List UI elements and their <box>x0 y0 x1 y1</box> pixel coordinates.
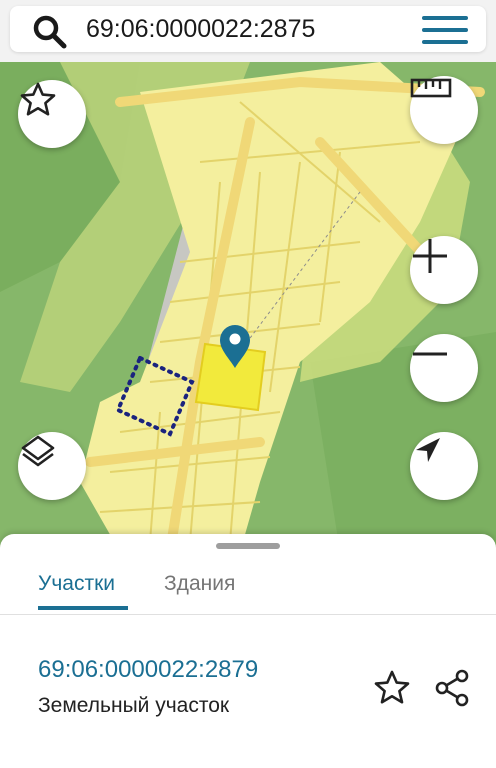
navigation-arrow-icon <box>416 438 440 462</box>
menu-icon[interactable] <box>422 16 468 44</box>
favorite-button[interactable] <box>18 80 86 148</box>
ruler-icon <box>410 78 452 98</box>
tab-buildings[interactable]: Здания <box>164 558 235 610</box>
tabs-divider <box>0 614 496 615</box>
search-input[interactable] <box>86 6 406 52</box>
minus-icon <box>413 352 447 356</box>
share-icon[interactable] <box>432 668 472 708</box>
tab-parcels[interactable]: Участки <box>38 558 115 610</box>
zoom-out-button[interactable] <box>410 334 478 402</box>
result-object-type: Земельный участок <box>38 694 230 717</box>
active-tab-indicator <box>38 606 128 610</box>
top-bar <box>0 0 496 62</box>
ruler-button[interactable] <box>410 76 478 144</box>
plus-icon <box>413 239 447 273</box>
map-view[interactable] <box>0 62 496 552</box>
layers-button[interactable] <box>18 432 86 500</box>
star-icon <box>20 82 56 116</box>
layers-icon <box>21 435 55 467</box>
sheet-drag-handle[interactable] <box>216 543 280 549</box>
bottom-sheet: Участки Здания 69:06:0000022:2879 Земель… <box>0 534 496 768</box>
result-cadastral-number[interactable]: 69:06:0000022:2879 <box>38 656 258 684</box>
star-icon[interactable] <box>372 668 412 708</box>
zoom-in-button[interactable] <box>410 236 478 304</box>
search-box[interactable] <box>10 6 486 52</box>
search-icon[interactable] <box>32 14 68 50</box>
locate-button[interactable] <box>410 432 478 500</box>
